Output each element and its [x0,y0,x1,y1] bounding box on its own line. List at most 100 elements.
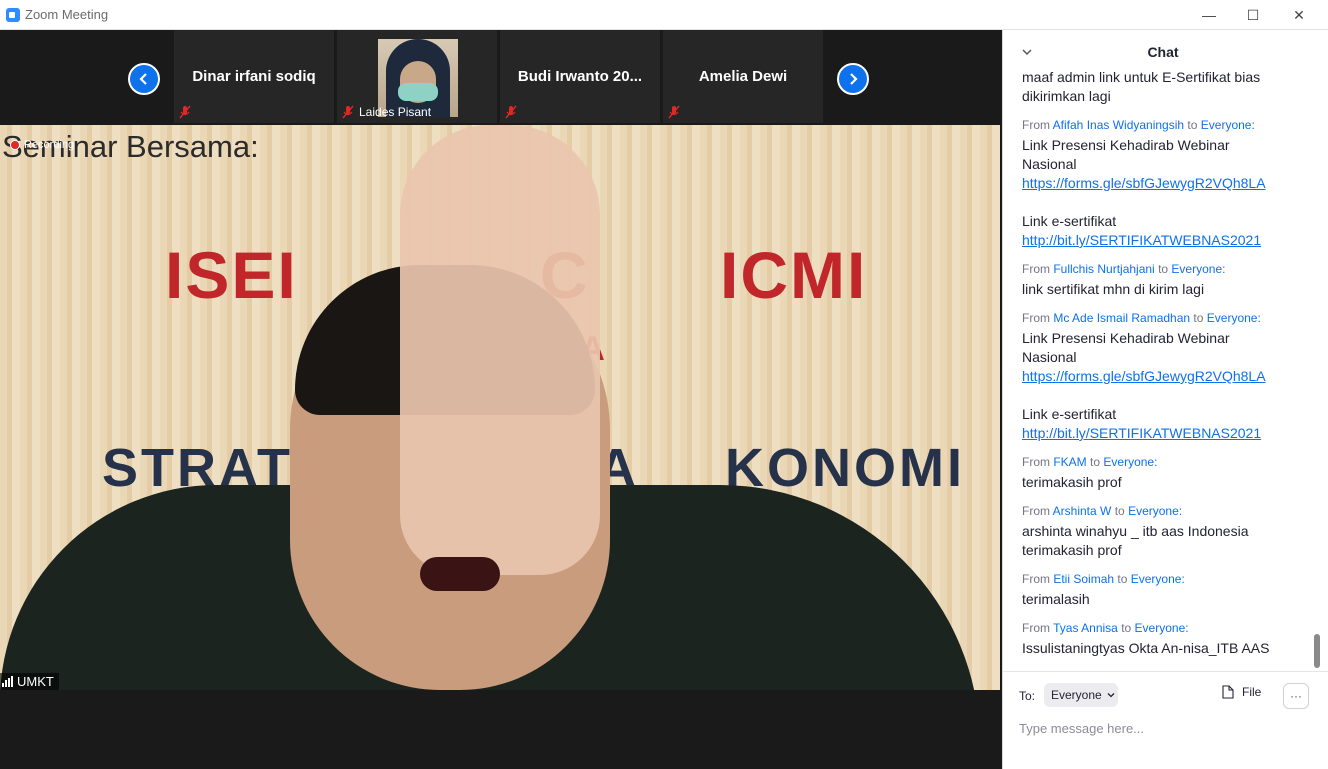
message-link[interactable]: http://bit.ly/SERTIFIKATWEBNAS2021 [1022,424,1284,443]
message-meta: From Etii Soimah to Everyone: [1022,572,1185,586]
slide-org-right: ICMI [720,238,868,312]
muted-mic-icon [179,105,191,119]
chat-title: Chat [1147,44,1179,60]
message-recipient: Everyone: [1171,262,1226,276]
message-text: dikirimkan lagi [1022,88,1111,104]
participant-tile[interactable]: Dinar irfani sodiq [174,30,334,123]
chevron-left-icon [139,73,147,85]
message-text: Nasional [1022,349,1077,365]
participant-tile[interactable]: Budi Irwanto 20... [500,30,660,123]
message-text: Link e-sertifikat [1022,406,1117,422]
message-sender[interactable]: Tyas Annisa [1053,621,1118,635]
maximize-button[interactable]: ☐ [1230,0,1276,30]
minimize-icon: — [1202,7,1216,23]
message-recipient: Everyone: [1134,621,1189,635]
gallery-next-button[interactable] [837,63,869,95]
participant-name: Budi Irwanto 20... [517,68,643,85]
participant-tile[interactable]: Laides Pisant [337,30,497,123]
gallery-prev-button[interactable] [128,63,160,95]
muted-mic-icon [505,105,517,119]
close-window-button[interactable]: ✕ [1276,0,1322,30]
message-link[interactable]: http://bit.ly/SERTIFIKATWEBNAS2021 [1022,231,1284,250]
recording-indicator: Recording [10,139,74,151]
message-sender[interactable]: Arshinta W [1053,504,1112,518]
participant-tile[interactable]: Amelia Dewi [663,30,823,123]
title-bar: Zoom Meeting — ☐ ✕ [0,0,1328,30]
participant-name: Laides Pisant [359,105,432,119]
message-sender[interactable]: Etii Soimah [1053,572,1114,586]
message-recipient: Everyone: [1130,572,1185,586]
message-recipient: Everyone: [1128,504,1183,518]
speaker-name: UMKT [17,674,54,689]
message-link[interactable]: https://forms.gle/sbfGJewygR2VQh8LA [1022,174,1284,193]
chat-message: From Afifah Inas Widyaningsih to Everyon… [1022,118,1284,250]
recording-label: Recording [24,139,75,151]
chat-scrollbar-thumb[interactable] [1314,634,1320,668]
minimize-button[interactable]: — [1186,0,1232,30]
message-text: link sertifikat mhn di kirim lagi [1022,281,1205,297]
chat-panel: Chat maaf admin link untuk E-Sertifikat … [1002,30,1328,769]
window-title: Zoom Meeting [25,7,109,22]
more-options-button[interactable]: ··· [1283,683,1309,709]
chat-message-input[interactable] [1019,716,1309,740]
gallery-strip: Dinar irfani sodiq Laides Pisant Budi Ir… [0,30,1002,125]
message-meta: From Tyas Annisa to Everyone: [1022,621,1189,635]
message-sender[interactable]: FKAM [1053,455,1086,469]
message-recipient: Everyone: [1103,455,1158,469]
message-text: Link Presensi Kehadirab Webinar [1022,330,1230,346]
message-sender[interactable]: Afifah Inas Widyaningsih [1053,118,1184,132]
recording-dot-icon [10,140,20,150]
zoom-logo-icon [6,8,20,22]
message-link[interactable]: https://forms.gle/sbfGJewygR2VQh8LA [1022,367,1284,386]
message-text: maaf admin link untuk E-Sertifikat bias [1022,69,1261,85]
chat-message: From FKAM to Everyone: terimakasih prof [1022,455,1284,492]
chat-message: From Arshinta W to Everyone: arshinta wi… [1022,504,1284,560]
recipient-value: Everyone [1051,688,1102,702]
chevron-right-icon [850,73,858,85]
maximize-icon: ☐ [1246,6,1260,23]
message-text: Link Presensi Kehadirab Webinar [1022,137,1230,153]
participant-name: Amelia Dewi [698,68,788,85]
slide-org-left: ISEI [165,238,298,312]
chat-header: Chat [1003,30,1328,72]
message-recipient: Everyone: [1200,118,1255,132]
meeting-area: Dinar irfani sodiq Laides Pisant Budi Ir… [0,30,1002,769]
message-text: Issulistaningtyas Okta An-nisa_ITB AAS [1022,640,1270,656]
message-recipient: Everyone: [1206,311,1261,325]
message-text: terimakasih prof [1022,474,1122,490]
message-text: Link e-sertifikat [1022,213,1117,229]
message-text: terimalasih [1022,591,1090,607]
message-meta: From Mc Ade Ismail Ramadhan to Everyone: [1022,311,1261,325]
chat-message: From Tyas Annisa to Everyone: Issulistan… [1022,621,1284,658]
message-sender[interactable]: Fullchis Nurtjahjani [1053,262,1154,276]
chat-message: From Mc Ade Ismail Ramadhan to Everyone:… [1022,311,1284,443]
message-text: arshinta winahyu _ itb aas Indonesia [1022,523,1249,539]
file-icon [1222,685,1234,699]
message-meta: From Arshinta W to Everyone: [1022,504,1183,518]
message-sender[interactable]: Mc Ade Ismail Ramadhan [1053,311,1190,325]
muted-mic-icon [342,105,354,119]
message-text: terimakasih prof [1022,542,1122,558]
speaker-mouth [420,557,500,591]
recipient-label: To: [1019,689,1036,703]
speaker-name-tag: UMKT [0,673,59,690]
recipient-dropdown[interactable]: Everyone [1044,683,1118,707]
signal-strength-icon [2,676,13,687]
chevron-down-icon [1107,693,1115,698]
chat-scrollbar[interactable] [1311,74,1321,670]
speaker-hands [400,125,600,575]
chat-footer: To: Everyone File ··· [1003,671,1328,769]
participant-name: Dinar irfani sodiq [192,68,316,85]
message-text: Nasional [1022,156,1077,172]
more-icon: ··· [1290,689,1302,703]
chat-message: maaf admin link untuk E-Sertifikat bias … [1022,68,1284,106]
chat-message: From Fullchis Nurtjahjani to Everyone: l… [1022,262,1284,299]
message-meta: From Afifah Inas Widyaningsih to Everyon… [1022,118,1255,132]
active-speaker-video[interactable]: Seminar Bersama: ISEI C ICMI TA STRATE H… [0,125,1000,690]
chat-message: From Etii Soimah to Everyone: terimalasi… [1022,572,1284,609]
message-meta: From Fullchis Nurtjahjani to Everyone: [1022,262,1226,276]
file-button[interactable]: File [1222,685,1261,699]
muted-mic-icon [668,105,680,119]
chat-message-list[interactable]: maaf admin link untuk E-Sertifikat bias … [1003,68,1313,668]
close-icon: ✕ [1293,6,1305,23]
